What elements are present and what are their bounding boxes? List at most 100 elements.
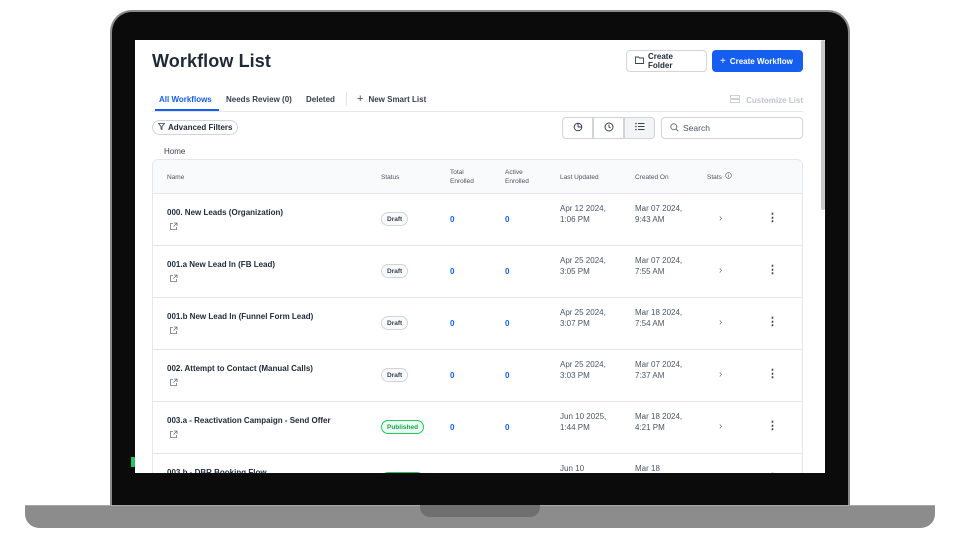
- new-smart-list-button[interactable]: + New Smart List: [357, 93, 426, 105]
- created-on-value: Mar 18: [635, 464, 660, 473]
- created-on-value: Mar 18 2024, 7:54 AM: [635, 308, 683, 328]
- stats-header-label: Stats: [707, 173, 722, 181]
- status-badge: Draft: [381, 316, 409, 330]
- table-row[interactable]: 003.a - Reactivation Campaign - Send Off…: [153, 402, 802, 454]
- pie-chart-icon: [573, 122, 583, 135]
- columns-icon: [730, 95, 740, 105]
- search-icon: [670, 122, 679, 134]
- table-header: Name Status Total Enrolled Active Enroll…: [153, 160, 802, 194]
- last-updated-value: Apr 25 2024, 3:05 PM: [560, 256, 606, 276]
- app-screen: Workflow List Create Folder + Create Wor…: [135, 40, 825, 473]
- external-link-icon[interactable]: [169, 326, 178, 337]
- stats-chevron-icon[interactable]: ›: [719, 421, 722, 432]
- list-view-button[interactable]: [624, 117, 655, 139]
- workflow-name[interactable]: 002. Attempt to Contact (Manual Calls): [167, 364, 313, 373]
- breadcrumb[interactable]: Home: [164, 147, 185, 156]
- column-header-status[interactable]: Status: [381, 160, 399, 194]
- row-menu-icon[interactable]: ⋮: [767, 315, 778, 328]
- last-updated-value: Apr 12 2024, 1:06 PM: [560, 204, 606, 224]
- stats-chevron-icon[interactable]: ›: [719, 369, 722, 380]
- active-enrolled-value[interactable]: 0: [505, 215, 509, 224]
- total-enrolled-value[interactable]: 0: [450, 423, 454, 432]
- row-menu-icon[interactable]: ⋮: [767, 263, 778, 276]
- column-header-stats[interactable]: Stats: [707, 160, 732, 194]
- created-on-value: Mar 18 2024, 4:21 PM: [635, 412, 683, 432]
- created-on-value: Mar 07 2024, 7:55 AM: [635, 256, 683, 276]
- total-enrolled-value[interactable]: 0: [450, 267, 454, 276]
- workflow-name[interactable]: 000. New Leads (Organization): [167, 208, 283, 217]
- table-body: 000. New Leads (Organization) Draft 0 0 Apr …: [153, 194, 802, 473]
- column-header-total-enrolled[interactable]: Total Enrolled: [450, 160, 484, 194]
- list-icon: [634, 122, 645, 134]
- table-row[interactable]: 001.a New Lead In (FB Lead) Draft 0 0 Apr 25…: [153, 246, 802, 298]
- status-badge: Draft: [381, 368, 409, 382]
- page-title: Workflow List: [152, 51, 271, 71]
- laptop-notch: [420, 505, 540, 517]
- table-row[interactable]: 002. Attempt to Contact (Manual Calls) Dr…: [153, 350, 802, 402]
- create-folder-button[interactable]: Create Folder: [626, 50, 707, 72]
- status-badge: Published: [381, 420, 425, 434]
- new-smart-list-label: New Smart List: [368, 94, 427, 104]
- stats-chevron-icon[interactable]: ›: [719, 265, 722, 276]
- status-badge: Published: [381, 472, 425, 473]
- history-view-button[interactable]: [593, 117, 624, 139]
- column-header-active-enrolled[interactable]: Active Enrolled: [505, 160, 539, 194]
- workflow-name[interactable]: 003.a - Reactivation Campaign - Send Off…: [167, 416, 331, 425]
- search-input[interactable]: [683, 123, 793, 133]
- column-header-created-on[interactable]: Created On: [635, 160, 669, 194]
- filter-icon: [157, 123, 166, 132]
- active-tab-indicator: [155, 109, 219, 111]
- pie-chart-view-button[interactable]: [562, 117, 593, 139]
- workflow-table: Name Status Total Enrolled Active Enroll…: [152, 159, 803, 473]
- active-enrolled-value[interactable]: 0: [505, 319, 509, 328]
- total-enrolled-value[interactable]: 0: [450, 319, 454, 328]
- column-header-last-updated[interactable]: Last Updated: [560, 160, 599, 194]
- customize-list-label: Customize List: [746, 95, 803, 105]
- column-header-name[interactable]: Name: [167, 160, 184, 194]
- plus-icon: +: [357, 93, 364, 105]
- active-enrolled-value[interactable]: 0: [505, 371, 509, 380]
- row-menu-icon[interactable]: ⋮: [767, 211, 778, 224]
- active-enrolled-value[interactable]: 0: [505, 423, 509, 432]
- total-enrolled-value[interactable]: 0: [450, 215, 454, 224]
- external-link-icon[interactable]: [169, 378, 178, 389]
- advanced-filters-label: Advanced Filters: [168, 123, 233, 132]
- customize-list-button[interactable]: Customize List: [730, 95, 803, 105]
- tab-all-workflows[interactable]: All Workflows: [159, 95, 212, 104]
- create-workflow-label: Create Workflow: [729, 56, 793, 66]
- table-row[interactable]: 000. New Leads (Organization) Draft 0 0 Apr …: [153, 194, 802, 246]
- status-badge: Draft: [381, 264, 409, 278]
- last-updated-value: Jun 10: [560, 464, 585, 473]
- stats-chevron-icon[interactable]: ›: [719, 317, 722, 328]
- last-updated-value: Jun 10 2025, 1:44 PM: [560, 412, 607, 432]
- workflow-name[interactable]: 003.b - DBR Booking Flow: [167, 468, 267, 473]
- table-row[interactable]: 003.b - DBR Booking Flow Published Jun 10 M…: [153, 454, 802, 473]
- created-on-value: Mar 07 2024, 9:43 AM: [635, 204, 683, 224]
- scrollbar[interactable]: [821, 40, 825, 210]
- info-icon: [725, 172, 732, 182]
- stats-chevron-icon[interactable]: ›: [719, 213, 722, 224]
- last-updated-value: Apr 25 2024, 3:07 PM: [560, 308, 606, 328]
- status-badge: Draft: [381, 212, 409, 226]
- workflow-tabs: All Workflows Needs Review (0) Deleted +…: [152, 90, 803, 112]
- view-toggle-group: [562, 117, 656, 139]
- active-enrolled-value[interactable]: 0: [505, 267, 509, 276]
- row-menu-icon[interactable]: ⋮: [767, 419, 778, 432]
- create-workflow-button[interactable]: + Create Workflow: [712, 50, 803, 72]
- folder-icon: [635, 56, 644, 66]
- table-row[interactable]: 001.b New Lead In (Funnel Form Lead) Draf…: [153, 298, 802, 350]
- row-menu-icon[interactable]: ⋮: [767, 367, 778, 380]
- clock-icon: [604, 122, 614, 135]
- plus-icon: +: [720, 55, 726, 67]
- external-link-icon[interactable]: [169, 274, 178, 285]
- workflow-name[interactable]: 001.b New Lead In (Funnel Form Lead): [167, 312, 313, 321]
- advanced-filters-button[interactable]: Advanced Filters: [152, 120, 239, 135]
- external-link-icon[interactable]: [169, 222, 178, 233]
- total-enrolled-value[interactable]: 0: [450, 371, 454, 380]
- tab-needs-review[interactable]: Needs Review (0): [226, 95, 292, 104]
- row-menu-icon[interactable]: ⋮: [767, 471, 778, 473]
- tab-deleted[interactable]: Deleted: [306, 95, 335, 104]
- workflow-name[interactable]: 001.a New Lead In (FB Lead): [167, 260, 275, 269]
- external-link-icon[interactable]: [169, 430, 178, 441]
- create-folder-label: Create Folder: [648, 52, 673, 70]
